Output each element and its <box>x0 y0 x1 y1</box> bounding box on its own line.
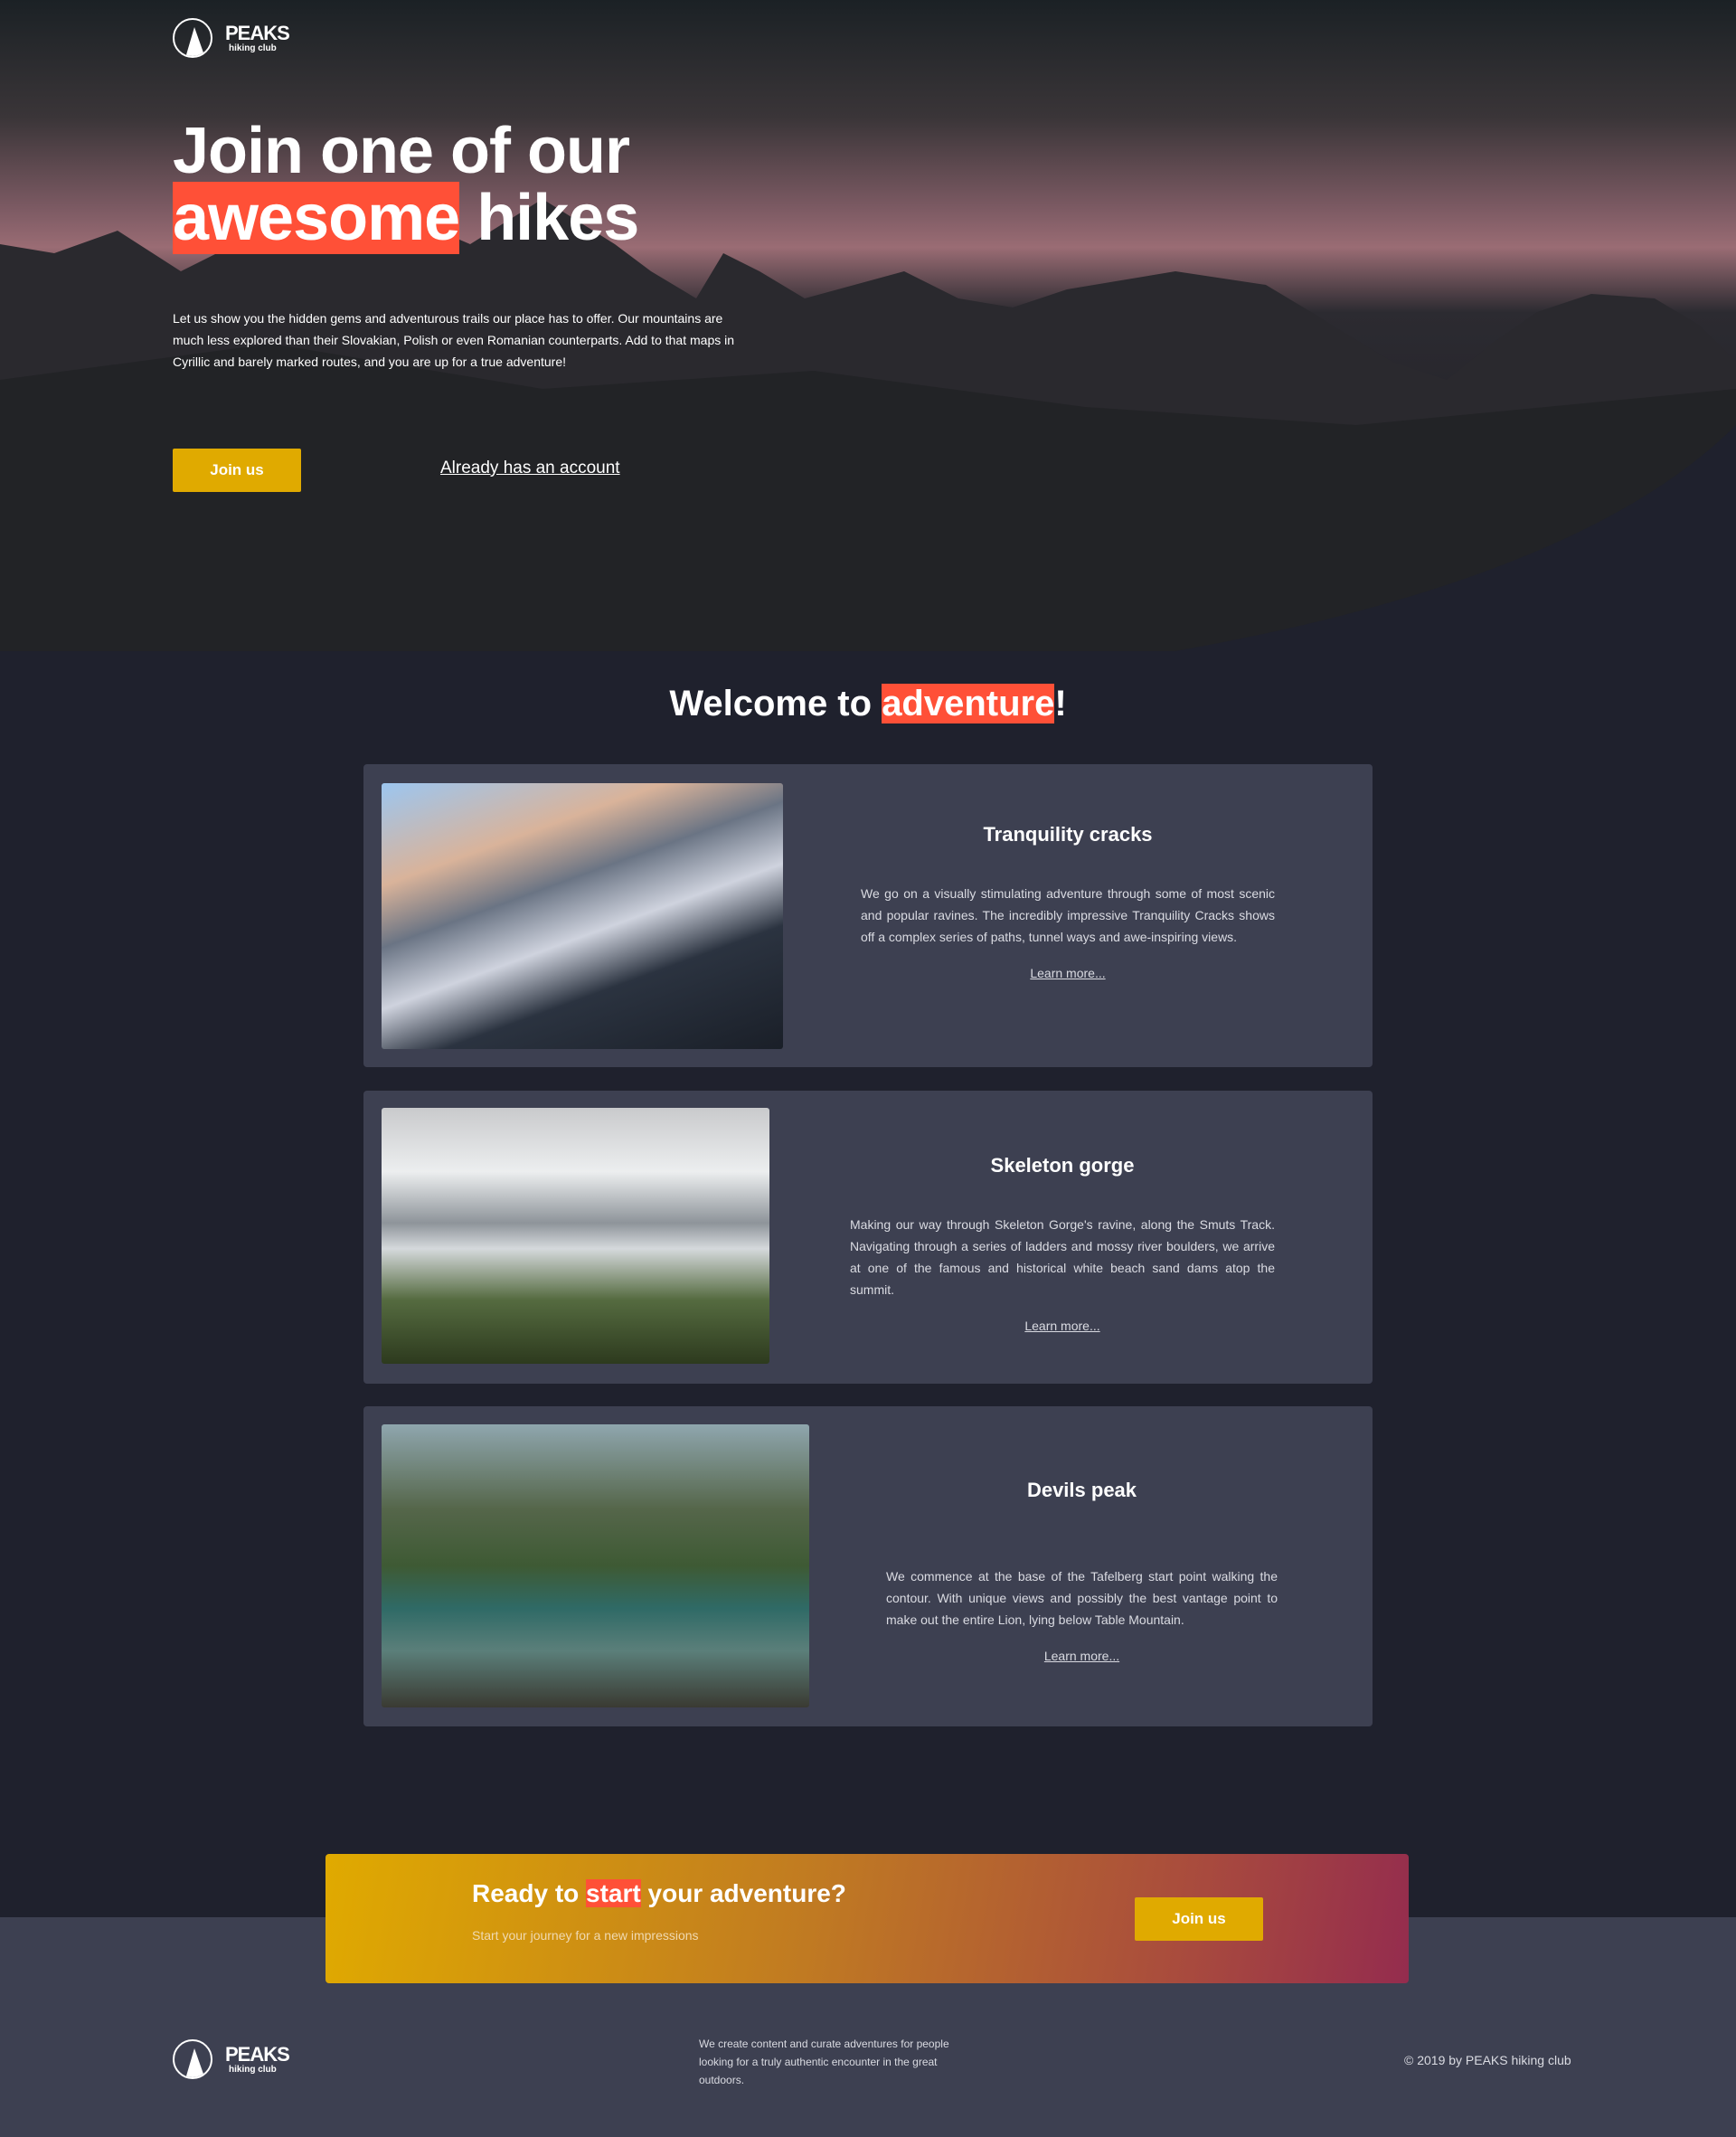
logo[interactable]: PEAKS hiking club <box>173 18 290 58</box>
hike-title: Devils peak <box>1026 1479 1137 1501</box>
hike-description: We go on a visually stimulating adventur… <box>861 886 1275 944</box>
hike-image <box>382 783 783 1049</box>
existing-account-link[interactable]: Already has an account <box>440 459 620 478</box>
learn-more-link[interactable]: Learn more... <box>1030 966 1105 980</box>
learn-more-link[interactable]: Learn more... <box>1024 1319 1099 1333</box>
copyright: © 2019 by PEAKS hiking club <box>1404 2053 1571 2067</box>
cta-subtitle: Start your journey for a new impressions <box>472 1928 699 1943</box>
mountain-logo-icon <box>173 2039 212 2079</box>
hike-title: Skeleton gorge <box>990 1154 1135 1177</box>
cta-join-us-button[interactable]: Join us <box>1135 1897 1263 1941</box>
hike-card: Tranquility cracks We go on a visually s… <box>363 764 1373 1067</box>
mountain-logo-icon <box>173 18 212 58</box>
footer-logo[interactable]: PEAKS hiking club <box>173 2039 290 2079</box>
hike-title: Tranquility cracks <box>983 823 1153 846</box>
hike-card: Skeleton gorge Making our way through Sk… <box>363 1091 1373 1384</box>
footer-about: We create content and curate adventures … <box>699 2038 949 2086</box>
join-us-button[interactable]: Join us <box>173 449 301 492</box>
cta-banner: Ready to start your adventure? Start you… <box>326 1854 1409 1983</box>
hike-description: We commence at the base of the Tafelberg… <box>886 1569 1278 1627</box>
hero-title: Join one of our awesome hikes <box>173 115 639 254</box>
cta-heading: Ready to start your adventure? <box>472 1879 846 1907</box>
hike-image <box>382 1424 809 1707</box>
hero-description: Let us show you the hidden gems and adve… <box>173 311 735 369</box>
hike-description: Making our way through Skeleton Gorge's … <box>850 1217 1275 1297</box>
hike-image <box>382 1108 769 1364</box>
hike-card: Devils peak We commence at the base of t… <box>363 1406 1373 1726</box>
learn-more-link[interactable]: Learn more... <box>1044 1649 1119 1663</box>
hero-section: PEAKS hiking club Join one of our awesome … <box>0 0 1736 651</box>
welcome-heading: Welcome to adventure! <box>669 684 1067 723</box>
